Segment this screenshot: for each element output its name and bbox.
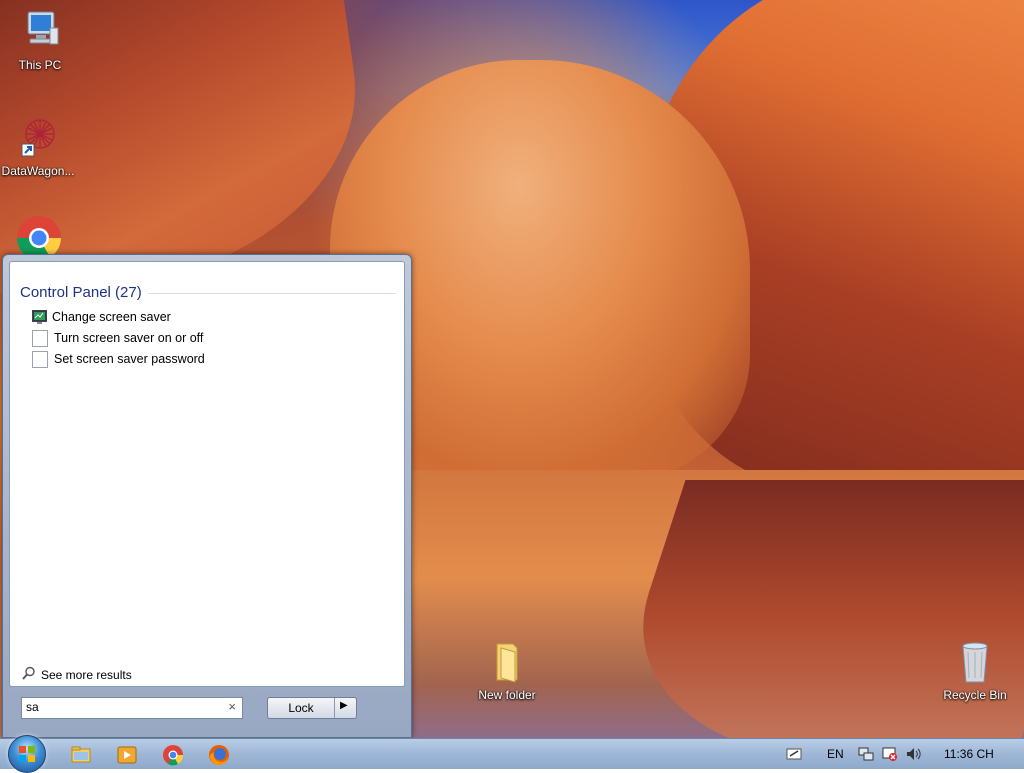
computer-icon: [16, 8, 64, 56]
desktop-icon-recycle-bin[interactable]: Recycle Bin: [935, 638, 1015, 702]
start-button[interactable]: [8, 735, 46, 773]
recycle-bin-icon: [951, 638, 999, 686]
search-input[interactable]: [22, 698, 220, 716]
desktop-icon-label: This PC: [18, 58, 62, 72]
taskbar-firefox[interactable]: [208, 744, 230, 766]
result-label: Turn screen saver on or off: [54, 331, 204, 345]
taskbar-file-explorer[interactable]: [70, 744, 92, 766]
windows-logo-icon: [19, 746, 35, 762]
taskbar-media-player[interactable]: [116, 744, 138, 766]
lock-button-label: Lock: [288, 701, 314, 715]
start-search-box[interactable]: ×: [21, 697, 243, 719]
result-turn-screen-saver-on-off[interactable]: Turn screen saver on or off: [32, 328, 203, 348]
search-results-pane: Control Panel (27) Change screen saver T…: [9, 261, 405, 687]
chrome-icon: [163, 745, 184, 766]
document-icon: [32, 329, 48, 347]
document-icon: [32, 350, 48, 368]
see-more-results-link[interactable]: See more results: [22, 666, 132, 683]
desktop-icon-label: New folder: [478, 688, 536, 702]
flag-error-icon[interactable]: [882, 746, 898, 762]
desktop-icon-this-pc[interactable]: This PC: [0, 8, 80, 72]
desktop-icon-label: DataWagon...: [1, 164, 75, 178]
firefox-icon: [209, 745, 229, 766]
language-indicator[interactable]: EN: [827, 747, 844, 761]
taskbar-chrome[interactable]: [162, 744, 184, 766]
search-icon: [22, 666, 36, 683]
result-label: Set screen saver password: [54, 352, 205, 366]
network-icon[interactable]: [858, 746, 874, 762]
action-center-icon[interactable]: [786, 746, 802, 762]
lock-button-divider: [334, 698, 335, 718]
lock-button[interactable]: Lock ▶: [267, 697, 357, 719]
desktop-icon-label: Recycle Bin: [943, 688, 1007, 702]
file-explorer-icon: [71, 746, 91, 763]
taskbar: EN 11:36 CH: [0, 735, 1024, 773]
result-group-title[interactable]: Control Panel (27): [20, 284, 142, 301]
group-divider: [148, 293, 396, 294]
desktop-icon-datawagon[interactable]: DataWagon...: [0, 114, 78, 178]
result-change-screen-saver[interactable]: Change screen saver: [32, 307, 171, 327]
datawagon-icon: [14, 114, 62, 162]
result-label: Change screen saver: [52, 310, 171, 324]
monitor-icon: [32, 309, 47, 325]
chevron-right-icon[interactable]: ▶: [340, 700, 348, 711]
result-set-screen-saver-password[interactable]: Set screen saver password: [32, 349, 205, 369]
clear-search-icon[interactable]: ×: [228, 699, 236, 714]
desktop-icon-new-folder[interactable]: New folder: [467, 638, 547, 702]
see-more-label: See more results: [41, 667, 132, 682]
media-player-icon: [117, 746, 137, 764]
volume-icon[interactable]: [905, 746, 921, 762]
clock[interactable]: 11:36 CH: [944, 747, 994, 761]
folder-icon: [483, 638, 531, 686]
start-menu: Control Panel (27) Change screen saver T…: [2, 254, 412, 738]
